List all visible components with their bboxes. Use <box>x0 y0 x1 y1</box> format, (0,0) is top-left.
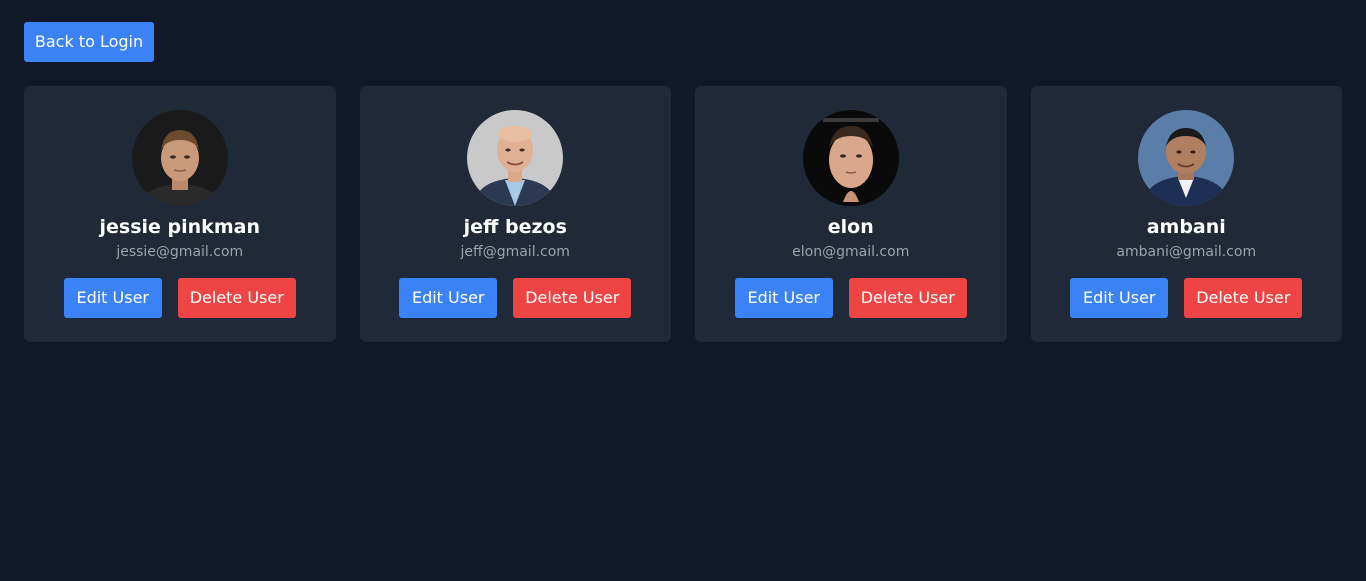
user-name: jeff bezos <box>463 216 567 238</box>
user-name: ambani <box>1146 216 1226 238</box>
user-name: jessie pinkman <box>99 216 260 238</box>
person-photo-light-icon <box>467 110 564 206</box>
delete-user-button[interactable]: Delete User <box>1184 278 1303 318</box>
edit-user-button[interactable]: Edit User <box>63 278 162 318</box>
user-card-grid: jessie pinkman jessie@gmail.com Edit Use… <box>24 86 1342 342</box>
card-actions: Edit User Delete User <box>695 278 1007 318</box>
edit-user-button[interactable]: Edit User <box>1070 278 1169 318</box>
avatar <box>1138 110 1235 206</box>
user-name: elon <box>827 216 874 238</box>
edit-user-button[interactable]: Edit User <box>399 278 498 318</box>
card-actions: Edit User Delete User <box>24 278 336 318</box>
avatar <box>802 110 899 206</box>
user-email: ambani@gmail.com <box>1116 244 1257 260</box>
delete-user-button[interactable]: Delete User <box>177 278 296 318</box>
person-photo-dark-icon <box>802 110 899 206</box>
user-card: ambani ambani@gmail.com Edit User Delete… <box>1030 86 1343 342</box>
avatar <box>131 110 228 206</box>
avatar <box>467 110 564 206</box>
user-card: elon elon@gmail.com Edit User Delete Use… <box>695 86 1007 342</box>
user-email: jeff@gmail.com <box>460 244 570 260</box>
card-actions: Edit User Delete User <box>1031 278 1343 318</box>
edit-user-button[interactable]: Edit User <box>734 278 833 318</box>
person-photo-blue-icon <box>1138 110 1235 206</box>
user-email: elon@gmail.com <box>792 244 910 260</box>
delete-user-button[interactable]: Delete User <box>848 278 967 318</box>
back-to-login-button[interactable]: Back to Login <box>24 22 154 62</box>
users-page: Back to Login jessie pinkman jessie@gmai… <box>0 0 1366 581</box>
user-card: jessie pinkman jessie@gmail.com Edit Use… <box>24 86 336 342</box>
delete-user-button[interactable]: Delete User <box>513 278 632 318</box>
card-actions: Edit User Delete User <box>360 278 672 318</box>
person-photo-dark-icon <box>131 110 228 206</box>
user-card: jeff bezos jeff@gmail.com Edit User Dele… <box>359 86 672 342</box>
user-email: jessie@gmail.com <box>116 244 244 260</box>
